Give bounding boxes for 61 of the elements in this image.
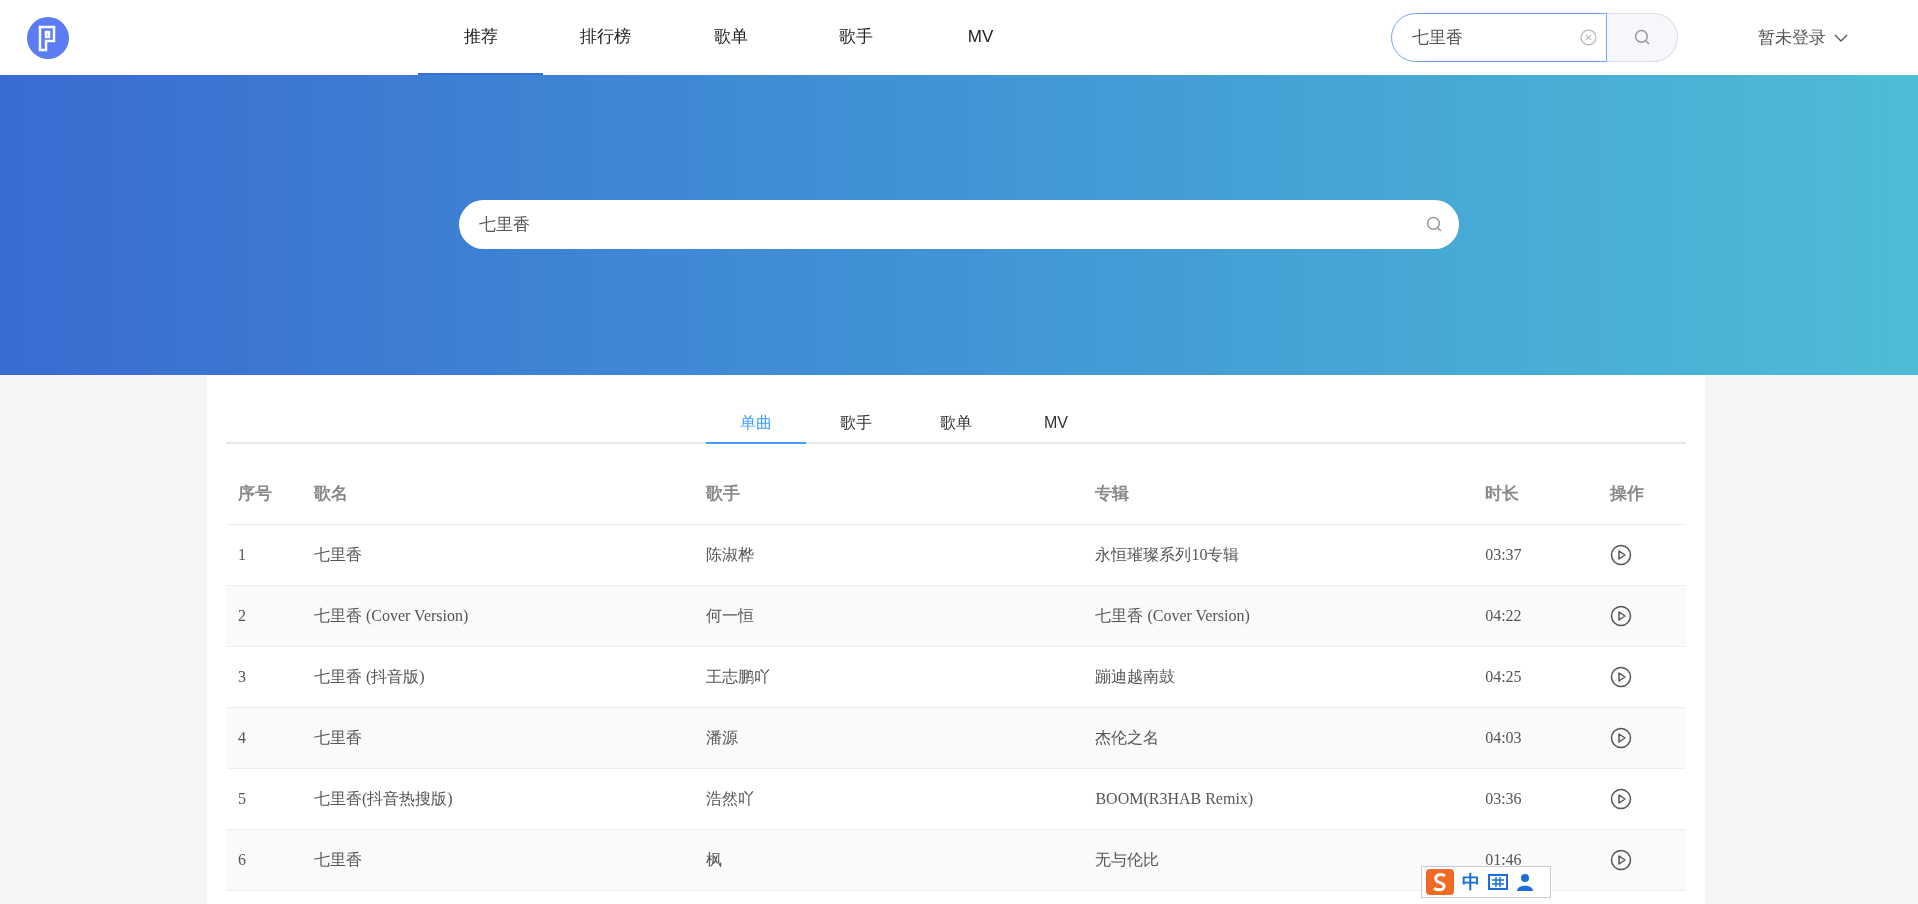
nav-tab[interactable]: 歌手 [793, 0, 918, 75]
table-cell: 七里香 [313, 851, 362, 868]
table-cell: 3 [238, 668, 246, 685]
table-cell: 潘源 [705, 729, 738, 746]
table-cell: 无与伦比 [1095, 851, 1160, 868]
play-icon[interactable] [1610, 605, 1633, 627]
table-cell: 04:22 [1485, 607, 1522, 624]
table-cell: 5 [238, 790, 246, 807]
nav-tab[interactable]: 歌单 [668, 0, 793, 75]
table-cell: 七里香 [313, 546, 362, 563]
table-cell: 陈淑桦 [705, 546, 754, 563]
keyboard-icon[interactable] [1488, 874, 1508, 890]
table-cell: 何一恒 [705, 607, 754, 624]
table-cell: 七里香 (Cover Version) [313, 607, 469, 624]
table-cell: 2 [238, 607, 246, 624]
column-header: 专辑 [1094, 482, 1131, 505]
result-tab[interactable]: 歌单 [906, 404, 1006, 444]
table-cell: 04:03 [1485, 729, 1522, 746]
chevron-down-icon [1834, 32, 1848, 43]
table-cell: 枫 [705, 851, 722, 868]
table-cell: 浩然吖 [705, 790, 754, 807]
play-icon[interactable] [1610, 727, 1633, 749]
table-cell: 七里香 (Cover Version) [1095, 607, 1250, 624]
logo-icon[interactable] [27, 16, 69, 59]
play-icon[interactable] [1610, 788, 1633, 810]
table-cell: 6 [238, 851, 246, 868]
play-icon[interactable] [1610, 666, 1633, 688]
column-header: 时长 [1484, 482, 1521, 505]
table-cell: 七里香(抖音热搜版) [313, 790, 453, 807]
table-cell: 七里香 [313, 729, 362, 746]
search-icon [1426, 216, 1443, 233]
result-tab[interactable]: MV [1006, 404, 1106, 444]
search-field[interactable]: 七里香 [1391, 13, 1607, 62]
user-icon[interactable] [1516, 872, 1536, 892]
play-icon[interactable] [1610, 849, 1633, 871]
song-row[interactable]: 2 七里香 (Cover Version) 何一恒 七里香 (Cover Version) 04:22 [226, 586, 1686, 647]
nav-tab[interactable]: 排行榜 [543, 0, 668, 75]
login-menu[interactable]: 暂未登录 [1758, 24, 1848, 51]
ime-logo-icon [1426, 869, 1454, 895]
column-header: 歌手 [704, 482, 741, 505]
table-cell: 4 [238, 729, 246, 746]
column-header: 序号 [237, 482, 273, 505]
table-cell: 七里香 (抖音版) [313, 668, 425, 685]
banner-search-field[interactable]: 七里香 [459, 200, 1459, 249]
table-cell: 04:25 [1485, 668, 1522, 685]
table-cell: 王志鹏吖 [705, 668, 770, 685]
song-row[interactable]: 4 七里香 潘源 杰伦之名 04:03 [226, 708, 1686, 769]
result-tab[interactable]: 歌手 [806, 404, 906, 444]
table-cell: 03:36 [1485, 790, 1522, 807]
column-header: 歌名 [312, 482, 349, 505]
table-cell: 杰伦之名 [1095, 729, 1160, 746]
table-cell: 03:37 [1485, 546, 1522, 563]
table-cell: BOOM(R3HAB Remix) [1095, 790, 1254, 807]
table-cell: 永恒璀璨系列10专辑 [1095, 546, 1240, 563]
nav-tab[interactable]: MV [918, 0, 1043, 75]
table-cell: 蹦迪越南鼓 [1095, 668, 1176, 685]
column-header: 操作 [1608, 482, 1646, 505]
table-cell: 01:46 [1485, 851, 1522, 868]
play-icon[interactable] [1610, 544, 1633, 566]
table-cell: 1 [238, 546, 246, 563]
search-icon [1633, 29, 1651, 46]
